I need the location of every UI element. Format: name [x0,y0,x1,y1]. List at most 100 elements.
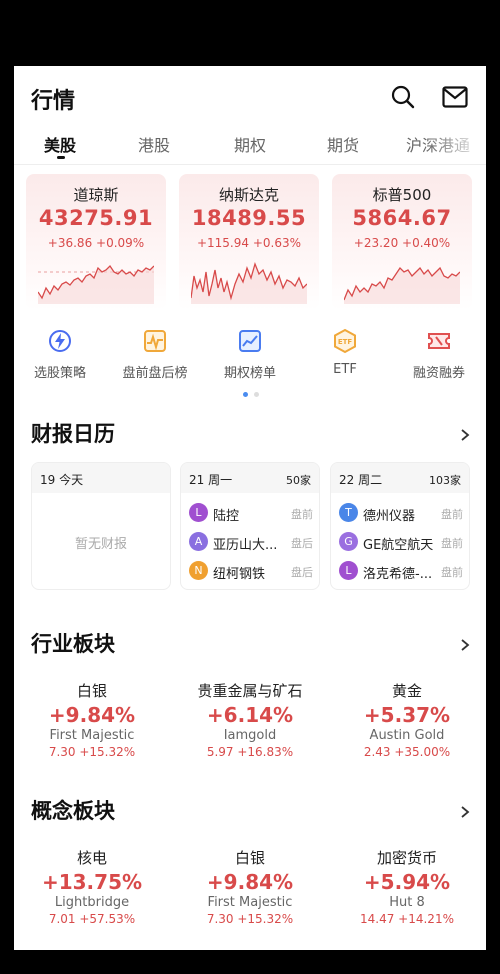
company-name: 亚历山大... [213,538,278,553]
report-time: 盘前 [441,537,463,550]
sector-name: 贵重金属与矿石 [197,682,303,700]
sector-item[interactable]: 核电 +13.75% Lightbridge 7.01 +57.53% [17,847,167,926]
index-change: +115.94 +0.63% [196,236,302,250]
company-name: GE航空航天 [363,538,434,553]
line-chart-icon [237,328,263,354]
chevron-right-icon[interactable] [460,636,470,651]
shortcut-label: 盘前盘后榜 [122,366,188,381]
sector-change: +5.37% [363,703,451,727]
earnings-item[interactable]: L 陆控 盘前 [189,503,313,524]
concept-sectors-title: 概念板块 [31,799,115,823]
index-change: +36.86 +0.09% [47,236,145,250]
sector-name: 加密货币 [376,849,437,867]
divider [14,164,486,165]
shortcut-stock-strategy[interactable]: 选股策略 [15,328,105,381]
tab-us-stocks[interactable]: 美股 [44,132,76,156]
index-card-dow[interactable]: 道琼斯 43275.91 +36.86 +0.09% [26,174,166,310]
leader-change: 14.47 +14.21% [360,912,454,926]
index-card-sp500[interactable]: 标普500 5864.67 +23.20 +0.40% [332,174,472,310]
app-screen: 行情 美股 港股 期权 期货 沪深港通 道琼斯 43275.91 +36.86 … [14,66,486,950]
company-badge: N [189,561,208,580]
page-dot-active [243,392,248,397]
index-name: 道琼斯 [73,186,119,204]
tab-fade [426,128,486,158]
chevron-right-icon[interactable] [460,803,470,818]
sector-item[interactable]: 白银 +9.84% First Majestic 7.30 +15.32% [175,847,325,926]
market-tabs: 美股 港股 期权 期货 沪深港通 [14,128,486,164]
shortcut-options-rank[interactable]: 期权榜单 [205,328,295,381]
shortcut-margin[interactable]: 融资融券 [394,328,484,381]
shortcut-label: ETF [333,362,357,377]
report-time: 盘前 [441,566,463,579]
earnings-day-card[interactable]: 19 今天 暂无财报 [31,462,171,590]
report-time: 盘后 [291,537,313,550]
tab-options[interactable]: 期权 [234,132,266,156]
report-time: 盘前 [441,508,463,521]
tab-futures[interactable]: 期货 [327,132,359,156]
sparkline [191,261,307,304]
company-badge: T [339,503,358,522]
sector-change: +9.84% [206,870,294,894]
earnings-item[interactable]: A 亚历山大... 盘后 [189,532,313,553]
industry-sectors-title: 行业板块 [31,632,115,656]
company-name: 洛克希德-... [363,567,433,582]
leader-change: 7.30 +15.32% [206,912,294,926]
shortcut-etf[interactable]: ETF ETF [300,328,390,377]
report-time: 盘前 [291,508,313,521]
company-badge: A [189,532,208,551]
leader-stock: Lightbridge [54,895,130,910]
earnings-item[interactable]: N 纽柯钢铁 盘后 [189,561,313,582]
sector-name: 核电 [76,849,107,867]
sparkline [344,266,460,304]
earnings-day-header: 22 周二 103家 [331,463,469,493]
sector-change: +9.84% [48,703,136,727]
sparkline [38,264,154,304]
earnings-item[interactable]: T 德州仪器 盘前 [339,503,463,524]
earnings-day-card[interactable]: 22 周二 103家 T 德州仪器 盘前 G GE航空航天 盘前 L 洛克希德-… [330,462,470,590]
report-time: 盘后 [291,566,313,579]
index-price: 43275.91 [38,206,154,230]
sector-item[interactable]: 贵重金属与矿石 +6.14% Iamgold 5.97 +16.83% [175,680,325,759]
tab-hk-stocks[interactable]: 港股 [138,132,170,156]
search-icon[interactable] [388,82,418,112]
index-price: 5864.67 [352,206,452,230]
sector-change: +6.14% [206,703,294,727]
company-name: 纽柯钢铁 [213,567,266,582]
index-name: 标普500 [372,186,432,204]
earnings-item[interactable]: G GE航空航天 盘前 [339,532,463,553]
empty-state-text: 暂无财报 [74,537,127,552]
margin-ticket-icon [426,328,452,354]
header: 行情 [14,66,486,126]
page-title: 行情 [31,89,76,114]
leader-stock: Hut 8 [389,895,425,910]
leader-change: 2.43 +35.00% [363,745,451,759]
earnings-day-card[interactable]: 21 周一 50家 L 陆控 盘前 A 亚历山大... 盘后 N 纽柯钢铁 盘后 [180,462,320,590]
pulse-chart-icon [142,328,168,354]
leader-stock: First Majestic [49,728,135,743]
page-dot [254,392,259,397]
earnings-date: 22 周二 [339,473,383,487]
leader-change: 7.30 +15.32% [48,745,136,759]
index-price: 18489.55 [191,206,307,230]
leader-change: 7.01 +57.53% [48,912,136,926]
earnings-item[interactable]: L 洛克希德-... 盘前 [339,561,463,582]
index-card-nasdaq[interactable]: 纳斯达克 18489.55 +115.94 +0.63% [179,174,319,310]
earnings-count: 103家 [429,474,461,487]
company-name: 陆控 [213,509,240,524]
sector-item[interactable]: 加密货币 +5.94% Hut 8 14.47 +14.21% [332,847,482,926]
earnings-date: 21 周一 [189,473,233,487]
shortcut-label: 期权榜单 [223,366,276,381]
shortcut-premarket[interactable]: 盘前盘后榜 [110,328,200,381]
sector-name: 黄金 [391,682,422,700]
chevron-right-icon[interactable] [460,426,470,441]
index-change: +23.20 +0.40% [353,236,451,250]
svg-text:ETF: ETF [338,338,353,346]
leader-change: 5.97 +16.83% [206,745,294,759]
earnings-count: 50家 [286,474,311,487]
mail-icon[interactable] [440,82,470,112]
sector-item[interactable]: 白银 +9.84% First Majestic 7.30 +15.32% [17,680,167,759]
shortcut-label: 选股策略 [33,366,86,381]
sector-name: 白银 [76,682,107,700]
leader-stock: Austin Gold [369,728,445,743]
sector-item[interactable]: 黄金 +5.37% Austin Gold 2.43 +35.00% [332,680,482,759]
